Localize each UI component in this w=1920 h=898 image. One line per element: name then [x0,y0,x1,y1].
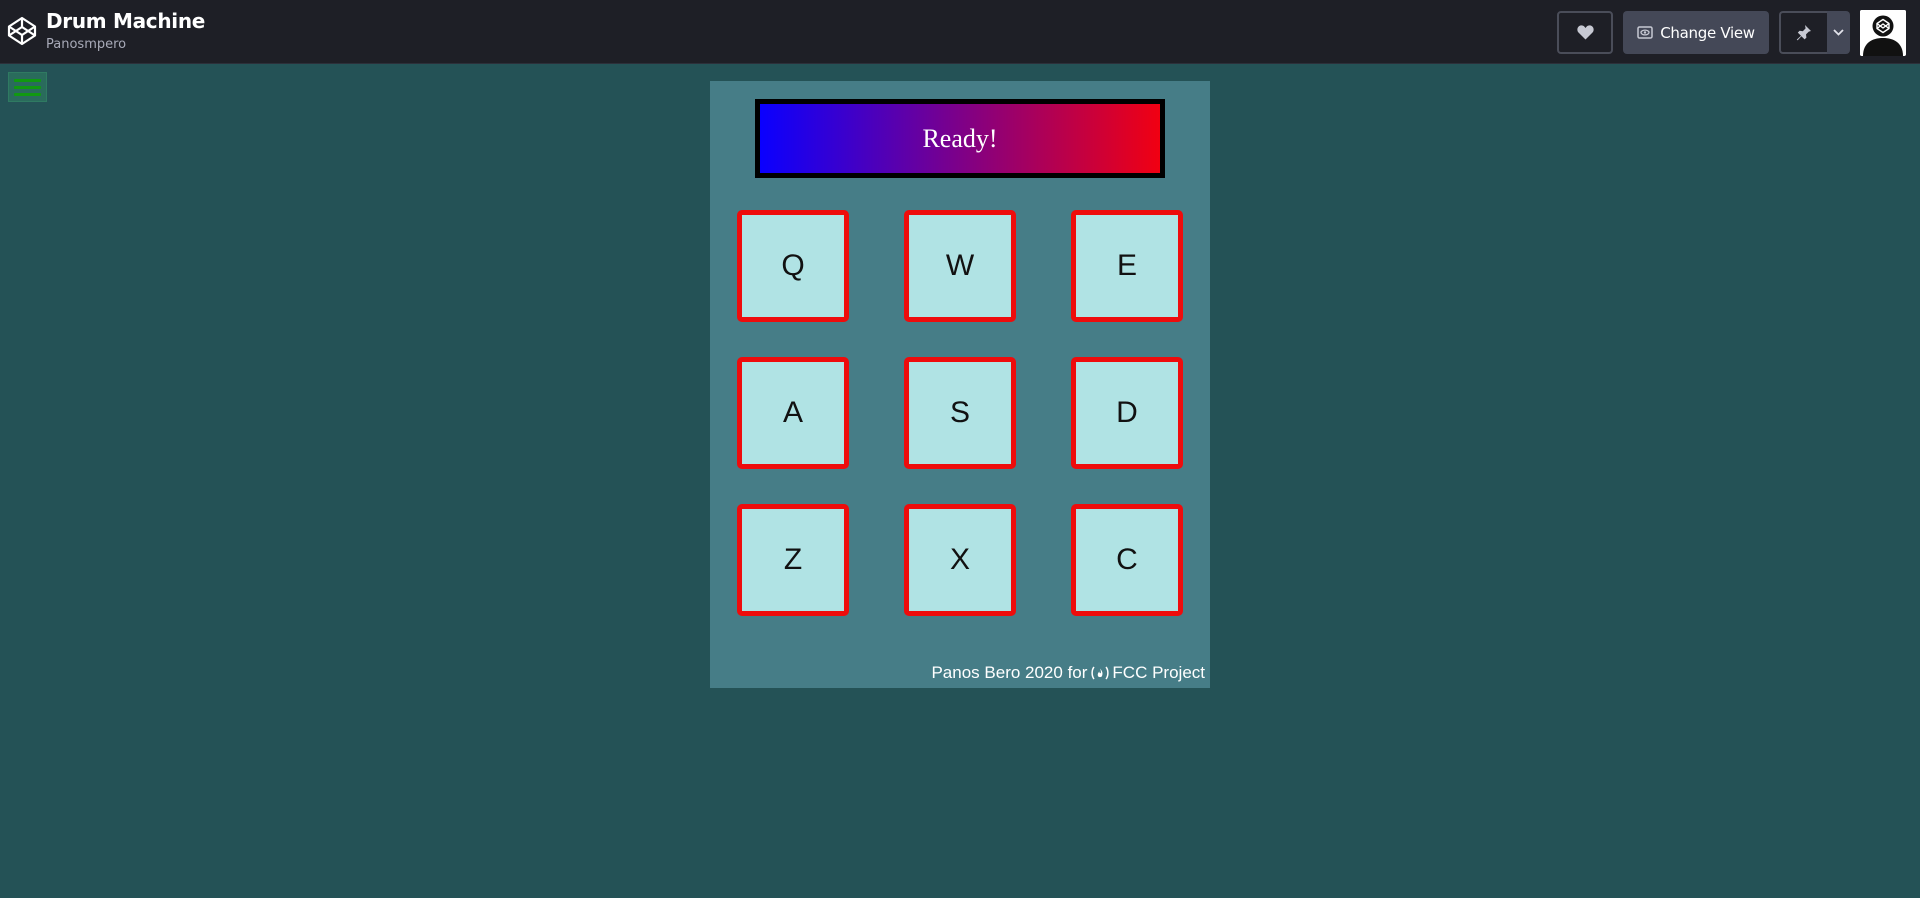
drum-pad-z[interactable]: Z [737,504,849,616]
drum-pad-a[interactable]: A [737,357,849,469]
user-avatar-icon [1860,10,1906,56]
hamburger-menu-icon [14,78,41,82]
freecodecamp-icon [1091,666,1110,680]
pin-button[interactable] [1779,11,1827,54]
pen-title: Drum Machine [46,9,206,33]
drum-pad-x[interactable]: X [904,504,1016,616]
fcc-project-label: FCC Project [1112,663,1205,682]
credits-text: Panos Bero 2020 for [931,663,1088,682]
display: Ready! [755,99,1165,178]
pin-icon [1796,24,1811,40]
pin-button-group [1779,11,1850,54]
drum-pad-w[interactable]: W [904,210,1016,322]
top-bar: Drum Machine Panosmpero Change View [0,0,1920,64]
drum-pad-c[interactable]: C [1071,504,1183,616]
fcc-link[interactable]: FCC Project [1090,663,1205,683]
hamburger-line [14,92,41,96]
drum-pad-d[interactable]: D [1071,357,1183,469]
drum-pad-e[interactable]: E [1071,210,1183,322]
chevron-down-icon [1833,29,1844,36]
change-view-label: Change View [1660,23,1755,42]
drum-pad-s[interactable]: S [904,357,1016,469]
change-view-button[interactable]: Change View [1623,11,1769,54]
user-avatar[interactable] [1860,10,1906,56]
codepen-logo-icon[interactable] [7,16,37,46]
heart-button[interactable] [1557,11,1613,54]
drum-machine: Ready! Q W E A S D Z X C Panos Bero 2020… [710,81,1210,688]
heart-icon [1576,25,1594,40]
drum-pad-q[interactable]: Q [737,210,849,322]
pen-author[interactable]: Panosmpero [46,37,126,52]
pin-dropdown-button[interactable] [1827,11,1850,54]
eye-icon [1637,26,1653,39]
credits-footer: Panos Bero 2020 for FCC Project [931,663,1205,683]
hamburger-menu-button[interactable] [8,72,47,102]
hamburger-line [14,85,41,89]
